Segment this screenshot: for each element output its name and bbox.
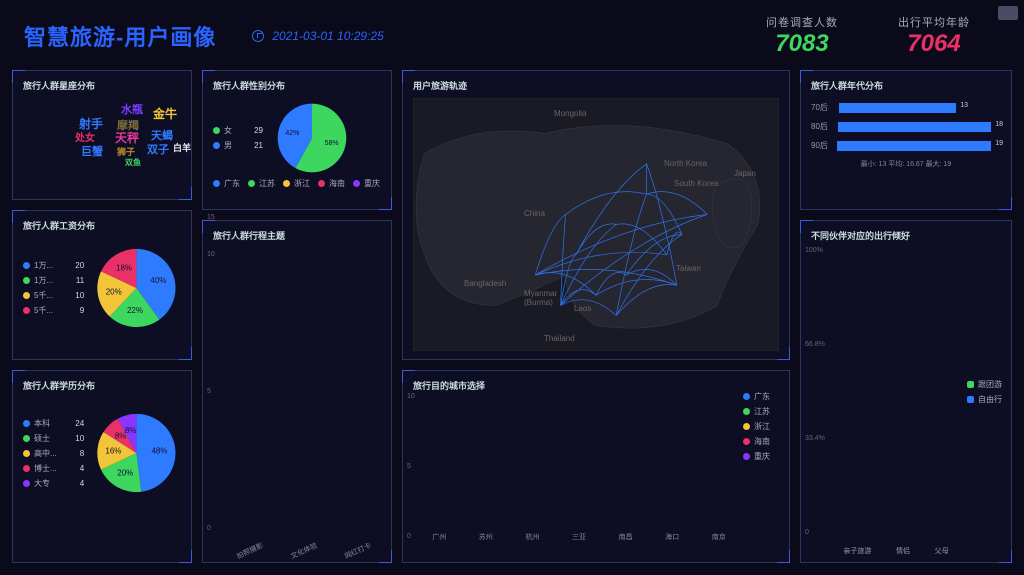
pie-chart: 40% 22% 20% 18% [92, 243, 181, 333]
panel-title: 不同伙伴对应的出行倾好 [811, 229, 1001, 242]
legend: 跟团游自由行 [967, 379, 1007, 405]
svg-text:16%: 16% [106, 447, 122, 456]
stat-survey: 问卷调查人数 7083 [766, 14, 838, 58]
cloud-word: 双子 [147, 141, 169, 157]
panel-zodiac: 旅行人群星座分布 水瓶金牛射手摩羯处女天秤天蝎巨蟹狮子双子白羊双鱼 [12, 70, 192, 200]
legend-item[interactable]: 硕士10 [23, 433, 84, 444]
stat-age: 出行平均年龄 7064 [898, 14, 970, 58]
panel-title: 旅行人群学历分布 [23, 379, 181, 392]
panel-title: 旅行人群行程主题 [213, 229, 381, 242]
panel-age: 旅行人群年代分布 70后1380后1890后19 最小: 13 平均: 16.6… [800, 70, 1012, 210]
cloud-word: 处女 [75, 129, 95, 144]
legend: 广东江苏浙江海南重庆 [743, 391, 783, 462]
legend-item[interactable]: 男21 [213, 140, 263, 151]
svg-text:8%: 8% [125, 426, 137, 435]
word-cloud: 水瓶金牛射手摩羯处女天秤天蝎巨蟹狮子双子白羊双鱼 [13, 71, 191, 199]
cloud-word: 双鱼 [125, 157, 141, 168]
legend-item[interactable]: 大专4 [23, 478, 84, 489]
legend-item[interactable]: 1万...20 [23, 260, 84, 271]
pie-chart: 48%20%16%8%8% [92, 408, 181, 498]
map-label: Japan [734, 169, 756, 178]
map-label: China [524, 209, 545, 218]
topbar: 智慧旅游-用户画像 2021-03-01 10:29:25 问卷调查人数 708… [0, 0, 1024, 64]
axis-y: 100%66.8%33.4%0 [805, 247, 825, 536]
panel-title: 旅行人群性别分布 [213, 79, 381, 92]
svg-text:48%: 48% [152, 447, 168, 456]
panel-salary: 旅行人群工资分布 1万...20 1万...11 5千...10 5千...9 40%… [12, 210, 192, 360]
svg-text:58%: 58% [325, 140, 339, 147]
panel-theme: 旅行人群行程主题 1050 拍照摄影文化体验网红打卡 [202, 220, 392, 563]
legend: 女29男21 [213, 125, 263, 151]
bar-chart [219, 249, 385, 575]
clock-icon [252, 30, 264, 42]
axis-x: 拍照摄影文化体验网红打卡 [223, 542, 385, 556]
stat-value: 7064 [898, 30, 970, 58]
legend-item[interactable]: 5千...9 [23, 305, 84, 316]
panel-partner: 不同伙伴对应的出行倾好 100%66.8%33.4%0 80%20%57.14%… [800, 220, 1012, 563]
axis-x: 亲子旅游情侣父母 [831, 546, 961, 556]
map-label: Bangladesh [464, 279, 506, 288]
top-stats: 问卷调查人数 7083 出行平均年龄 7064 [766, 14, 970, 58]
map-label: South Korea [674, 179, 718, 188]
stat-label: 出行平均年龄 [898, 14, 970, 30]
dashboard: 智慧旅游-用户画像 2021-03-01 10:29:25 问卷调查人数 708… [0, 0, 1024, 575]
panel-track: 用户旅游轨迹 Mongolia North Korea South Korea … [402, 70, 790, 360]
footer-legend: 广东江苏浙江海南重庆 [213, 178, 381, 189]
axis-y: 1050 [407, 393, 415, 540]
cloud-word: 白羊 [173, 141, 191, 154]
map-label: Taiwan [676, 264, 701, 273]
svg-text:20%: 20% [106, 287, 122, 296]
map-label: Myanmar(Burma) [524, 289, 557, 307]
panel-city: 旅行目的城市选择 1050 广州苏州杭州三亚南昌海口南京 广东江苏浙江海南重庆 [402, 370, 790, 563]
pie-chart: 58% 42% [273, 99, 351, 177]
svg-text:20%: 20% [117, 468, 133, 477]
panel-title: 旅行人群工资分布 [23, 219, 181, 232]
legend-item[interactable]: 博士...4 [23, 463, 84, 474]
legend-item[interactable]: 高中...8 [23, 448, 84, 459]
svg-text:42%: 42% [285, 130, 299, 137]
map-label: Mongolia [554, 109, 586, 118]
axis-y: 1050 [207, 251, 215, 532]
map[interactable]: Mongolia North Korea South Korea Japan C… [413, 98, 779, 351]
cloud-word: 水瓶 [121, 101, 143, 117]
legend-item[interactable]: 5千...10 [23, 290, 84, 301]
legend: 1万...20 1万...11 5千...10 5千...9 [23, 260, 84, 316]
svg-text:22%: 22% [127, 306, 143, 315]
timestamp: 2021-03-01 10:29:25 [272, 29, 383, 43]
hbar-chart: 70后1380后1890后19 [811, 98, 1001, 151]
stat-value: 7083 [766, 30, 838, 58]
panel-gender: 旅行人群性别分布 女29男21 58%42% 广东江苏浙江海南重庆 15 [202, 70, 392, 210]
age-footer: 最小: 13 平均: 16.67 最大: 19 [811, 159, 1001, 169]
panel-edu: 旅行人群学历分布 本科24 硕士10 高中...8 博士...4 大专4 48% 20% 1… [12, 370, 192, 563]
legend: 本科24 硕士10 高中...8 博士...4 大专4 [23, 418, 84, 489]
legend-item[interactable]: 本科24 [23, 418, 84, 429]
cloud-word: 金牛 [153, 105, 177, 122]
page-title: 智慧旅游-用户画像 [24, 20, 216, 52]
map-label: Thailand [544, 334, 575, 343]
cloud-word: 天秤 [115, 129, 139, 146]
map-label: North Korea [664, 159, 707, 168]
legend-item[interactable]: 女29 [213, 125, 263, 136]
legend-item[interactable]: 1万...11 [23, 275, 84, 286]
map-label: Laos [574, 304, 591, 313]
panel-title: 用户旅游轨迹 [413, 79, 779, 92]
stacked-bars: 80%20%57.14%42.86%75%25%83.33%16.67%20%8… [831, 247, 961, 575]
map-svg [414, 99, 778, 350]
menu-button[interactable] [998, 6, 1018, 20]
svg-text:40%: 40% [151, 276, 167, 285]
stat-label: 问卷调查人数 [766, 14, 838, 30]
panel-title: 旅行人群年代分布 [811, 79, 1001, 92]
panel-title: 旅行目的城市选择 [413, 379, 779, 392]
svg-text:18%: 18% [116, 264, 132, 273]
bar-chart: 广州苏州杭州三亚南昌海口南京 [423, 393, 735, 542]
cloud-word: 巨蟹 [81, 143, 103, 159]
